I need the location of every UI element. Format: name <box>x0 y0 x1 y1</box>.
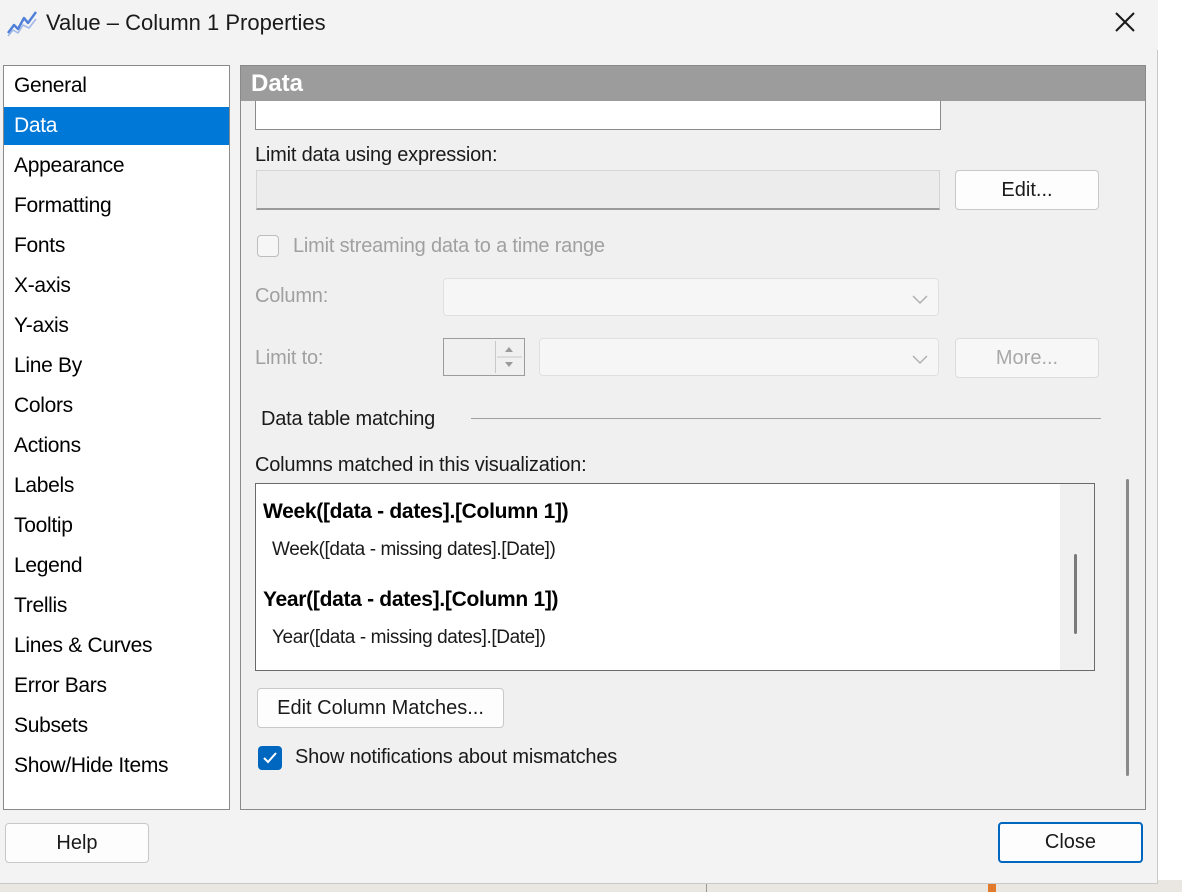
columns-matched-label: Columns matched in this visualization: <box>255 454 587 476</box>
nav-item-legend[interactable]: Legend <box>4 547 229 585</box>
column-matches-list[interactable]: Week([data - dates].[Column 1]) Week([da… <box>255 483 1095 671</box>
spinner-buttons[interactable] <box>495 341 522 373</box>
nav-item-error-bars[interactable]: Error Bars <box>4 667 229 705</box>
show-notifications-label: Show notifications about mismatches <box>295 746 618 768</box>
nav-item-data[interactable]: Data <box>4 107 229 145</box>
title-bar: Value – Column 1 Properties <box>0 0 1158 50</box>
limit-to-unit-dropdown[interactable] <box>539 338 939 376</box>
more-button[interactable]: More... <box>955 338 1099 378</box>
panel-header: Data <box>241 66 1145 101</box>
nav-item-general[interactable]: General <box>4 67 229 105</box>
top-input-field[interactable] <box>255 101 941 130</box>
chevron-down-icon <box>912 352 928 370</box>
nav-item-labels[interactable]: Labels <box>4 467 229 505</box>
limit-to-label: Limit to: <box>255 347 324 369</box>
limit-streaming-checkbox[interactable] <box>257 235 279 257</box>
help-button[interactable]: Help <box>5 823 149 863</box>
nav-item-y-axis[interactable]: Y-axis <box>4 307 229 345</box>
line-chart-icon <box>6 8 40 38</box>
match-item-title: Year([data - dates].[Column 1]) <box>263 588 559 611</box>
nav-item-fonts[interactable]: Fonts <box>4 227 229 265</box>
panel-scrollbar[interactable] <box>1126 479 1129 776</box>
window-title: Value – Column 1 Properties <box>46 10 326 35</box>
show-notifications-checkbox[interactable] <box>258 746 282 770</box>
nav-item-actions[interactable]: Actions <box>4 427 229 465</box>
nav-item-subsets[interactable]: Subsets <box>4 707 229 745</box>
limit-expression-label: Limit data using expression: <box>255 144 498 166</box>
match-item-detail: Week([data - missing dates].[Date]) <box>272 539 556 560</box>
match-item-title: Week([data - dates].[Column 1]) <box>263 500 569 523</box>
chevron-down-icon <box>912 292 928 310</box>
edit-column-matches-button[interactable]: Edit Column Matches... <box>257 688 504 728</box>
limit-streaming-label: Limit streaming data to a time range <box>293 235 605 257</box>
limit-expression-field[interactable] <box>256 170 940 210</box>
nav-item-appearance[interactable]: Appearance <box>4 147 229 185</box>
nav-item-colors[interactable]: Colors <box>4 387 229 425</box>
nav-item-tooltip[interactable]: Tooltip <box>4 507 229 545</box>
data-table-matching-label: Data table matching <box>261 408 436 430</box>
close-button[interactable]: Close <box>998 822 1143 863</box>
list-scrollbar-thumb[interactable] <box>1074 554 1077 634</box>
limit-to-spinner[interactable] <box>443 338 525 376</box>
checkmark-icon <box>263 752 277 764</box>
nav-item-lines-curves[interactable]: Lines & Curves <box>4 627 229 665</box>
nav-item-formatting[interactable]: Formatting <box>4 187 229 225</box>
category-list: General Data Appearance Formatting Fonts… <box>3 65 230 810</box>
nav-item-show-hide-items[interactable]: Show/Hide Items <box>4 747 229 785</box>
column-dropdown[interactable] <box>443 278 939 316</box>
close-icon[interactable] <box>1104 0 1146 44</box>
data-panel: Data Limit data using expression: Edit..… <box>240 65 1146 810</box>
match-item-detail: Year([data - missing dates].[Date]) <box>272 627 546 648</box>
properties-dialog: Value – Column 1 Properties General Data… <box>0 0 1158 884</box>
section-divider <box>471 418 1101 419</box>
column-label: Column: <box>255 285 329 307</box>
nav-item-x-axis[interactable]: X-axis <box>4 267 229 305</box>
nav-item-line-by[interactable]: Line By <box>4 347 229 385</box>
list-scrollbar[interactable] <box>1060 484 1094 670</box>
nav-item-trellis[interactable]: Trellis <box>4 587 229 625</box>
edit-expression-button[interactable]: Edit... <box>955 170 1099 210</box>
